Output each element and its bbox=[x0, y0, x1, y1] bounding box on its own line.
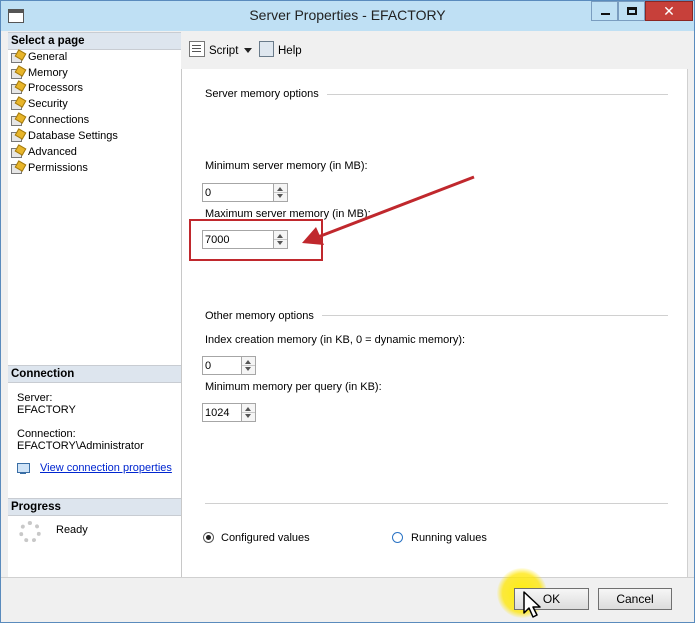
min-server-memory-input[interactable] bbox=[202, 183, 275, 202]
page-item-memory[interactable]: Memory bbox=[11, 66, 68, 81]
page-wrench-icon bbox=[11, 67, 24, 79]
arrow-up-icon[interactable] bbox=[277, 187, 283, 191]
server-value: EFACTORY bbox=[17, 404, 76, 416]
left-pane: Select a page General Memory Processors … bbox=[8, 32, 184, 577]
page-item-security[interactable]: Security bbox=[11, 97, 68, 112]
script-button[interactable]: Script bbox=[189, 41, 253, 57]
arrow-down-icon[interactable] bbox=[277, 194, 283, 198]
index-creation-memory-spinner[interactable] bbox=[241, 356, 256, 375]
vertical-scrollbar[interactable] bbox=[687, 69, 694, 577]
connection-value: EFACTORY\Administrator bbox=[17, 440, 144, 452]
index-creation-memory-input[interactable] bbox=[202, 356, 242, 375]
annotation-arrow-icon bbox=[302, 175, 475, 245]
running-values-radio[interactable] bbox=[392, 532, 403, 543]
min-server-memory-spinner[interactable] bbox=[273, 183, 288, 202]
help-icon bbox=[259, 41, 274, 57]
configured-values-label[interactable]: Configured values bbox=[221, 532, 310, 544]
page-wrench-icon bbox=[11, 146, 24, 158]
mouse-pointer-icon bbox=[523, 591, 541, 618]
page-wrench-icon bbox=[11, 114, 24, 126]
page-item-database-settings[interactable]: Database Settings bbox=[11, 129, 118, 144]
connection-label: Connection: bbox=[17, 428, 76, 440]
connection-properties-icon bbox=[17, 463, 30, 475]
arrow-up-icon[interactable] bbox=[245, 360, 251, 364]
page-wrench-icon bbox=[11, 162, 24, 174]
page-wrench-icon bbox=[11, 82, 24, 94]
page-item-general[interactable]: General bbox=[11, 50, 67, 65]
server-memory-group-title: Server memory options bbox=[205, 88, 327, 100]
page-wrench-icon bbox=[11, 98, 24, 110]
page-item-permissions[interactable]: Permissions bbox=[11, 161, 88, 176]
progress-header: Progress bbox=[8, 498, 184, 516]
options-separator bbox=[205, 503, 668, 504]
page-wrench-icon bbox=[11, 51, 24, 63]
memory-page-content bbox=[181, 69, 688, 577]
maximize-icon bbox=[627, 7, 637, 15]
maximize-button[interactable] bbox=[618, 1, 645, 21]
arrow-down-icon[interactable] bbox=[245, 414, 251, 418]
minimize-button[interactable] bbox=[591, 1, 618, 21]
server-label: Server: bbox=[17, 392, 53, 404]
progress-spinner-icon bbox=[19, 521, 41, 543]
dialog-button-bar bbox=[1, 577, 694, 622]
progress-status: Ready bbox=[56, 524, 88, 536]
arrow-up-icon[interactable] bbox=[245, 407, 251, 411]
connection-header: Connection bbox=[8, 365, 184, 383]
arrow-down-icon[interactable] bbox=[245, 367, 251, 371]
help-button[interactable]: Help bbox=[259, 41, 302, 57]
page-item-connections[interactable]: Connections bbox=[11, 113, 89, 128]
script-icon bbox=[189, 41, 205, 57]
page-wrench-icon bbox=[11, 130, 24, 142]
view-connection-properties-link[interactable]: View connection properties bbox=[40, 462, 172, 474]
min-memory-per-query-input[interactable] bbox=[202, 403, 242, 422]
minimize-icon bbox=[601, 13, 610, 15]
configured-values-radio[interactable] bbox=[203, 532, 214, 543]
close-button[interactable]: ✕ bbox=[645, 1, 693, 21]
page-item-processors[interactable]: Processors bbox=[11, 81, 83, 96]
index-creation-memory-label: Index creation memory (in KB, 0 = dynami… bbox=[205, 334, 466, 346]
select-page-header: Select a page bbox=[8, 32, 184, 50]
title-bar[interactable]: Server Properties - EFACTORY ✕ bbox=[1, 1, 694, 31]
server-properties-window: Server Properties - EFACTORY ✕ Select a … bbox=[0, 0, 695, 623]
chevron-down-icon[interactable] bbox=[244, 48, 253, 53]
min-memory-per-query-label: Minimum memory per query (in KB): bbox=[205, 381, 382, 393]
other-memory-group-title: Other memory options bbox=[205, 310, 322, 322]
running-values-label[interactable]: Running values bbox=[411, 532, 487, 544]
toolbar: Script Help bbox=[181, 32, 694, 69]
min-memory-per-query-spinner[interactable] bbox=[241, 403, 256, 422]
page-item-advanced[interactable]: Advanced bbox=[11, 145, 77, 160]
cancel-button[interactable]: Cancel bbox=[598, 588, 672, 610]
close-icon: ✕ bbox=[663, 3, 675, 19]
